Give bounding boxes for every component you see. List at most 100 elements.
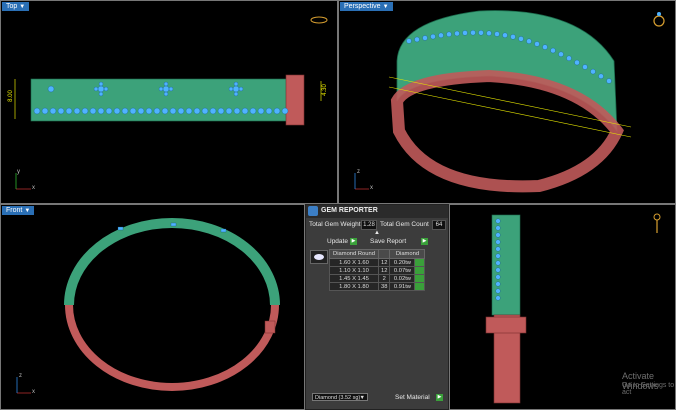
gem-stone [241, 107, 249, 115]
row-select-button[interactable] [414, 266, 426, 275]
gem-stone [225, 107, 233, 115]
chevron-down-icon: ▼ [359, 395, 365, 401]
update-label: Update [327, 238, 348, 245]
front-viewport[interactable]: Front ▼ z x [0, 204, 305, 410]
gem-stone [281, 107, 289, 115]
save-report-button[interactable]: ▶ [421, 238, 428, 245]
gem-stone [510, 34, 516, 40]
gem-stone [57, 107, 65, 115]
gem-stone [273, 107, 281, 115]
set-material-button[interactable]: ▶ [436, 394, 443, 401]
activate-windows-subtitle: Go to Settings to act [622, 382, 675, 396]
gem-stone [105, 107, 113, 115]
gem-count: 2 [377, 274, 391, 283]
axis-label-x: x [370, 185, 373, 191]
gem-stone [137, 107, 145, 115]
total-weight-label: Total Gem Weight [309, 221, 361, 228]
gem-stone [209, 107, 217, 115]
total-count-label: Total Gem Count [380, 221, 429, 228]
gem-stone [495, 218, 501, 224]
gem-stone [454, 30, 460, 37]
gem-stone [446, 31, 452, 37]
row-select-button[interactable] [414, 258, 426, 267]
gem-stone [438, 32, 444, 39]
gem-stone [518, 36, 524, 42]
gem-size: 1.45 X 1.45 [329, 274, 379, 283]
gem-size: 1.10 X 1.10 [329, 266, 379, 275]
gem-stone [495, 281, 501, 287]
gem-stone [121, 107, 129, 115]
gem-stone [462, 30, 468, 36]
gem-stone [558, 51, 564, 57]
gem-count: 38 [377, 282, 391, 291]
gem-weight: 0.07tw [389, 266, 416, 275]
material-select[interactable]: Diamond (3.52 sg) ▼ [312, 393, 368, 401]
row-select-button[interactable] [414, 282, 426, 291]
total-count-value: 64 [432, 220, 446, 230]
axis-label-y: y [17, 169, 20, 175]
gem-stone [41, 107, 49, 115]
gem-stone [265, 107, 273, 115]
arrow-up-icon: ▲ [374, 230, 380, 236]
gem-stone [495, 239, 501, 245]
action-row: Update ▶ Save Report ▶ [306, 237, 448, 248]
gem-stone [422, 35, 428, 41]
perspective-viewport[interactable]: Perspective ▼ z x [338, 0, 676, 204]
top-viewport[interactable]: Top ▼ 8.00 4.30 y x [0, 0, 338, 204]
gem-stone [542, 44, 548, 50]
column-header: Diamond Round [329, 249, 379, 259]
gem-stone [495, 295, 501, 301]
gem-stone [582, 64, 588, 70]
axis-label-x: x [32, 389, 35, 395]
table-row: 1.10 X 1.10 12 0.07tw [329, 266, 426, 275]
gem-weight: 0.91tw [389, 282, 416, 291]
gem-weight: 0.02tw [389, 274, 416, 283]
gem-thumbnail-icon [310, 250, 328, 264]
gem-stone [249, 107, 257, 115]
update-button[interactable]: ▶ [350, 238, 357, 245]
gem-stone [495, 267, 501, 273]
gem-stone [495, 232, 501, 238]
gem-stone [574, 59, 580, 66]
perspective-view-drawing [354, 10, 665, 193]
column-header: Diamond [389, 249, 426, 259]
total-weight-value: 1.28 [361, 220, 377, 230]
gem-reporter-logo-icon [308, 206, 318, 216]
row-select-button[interactable] [414, 274, 426, 283]
gem-reporter-title: GEM REPORTER [321, 207, 378, 214]
gem-stone [470, 30, 476, 36]
gem-stone [145, 107, 153, 115]
column-header [377, 249, 391, 259]
gem-stone [113, 107, 121, 115]
gem-table-header: Diamond Round Diamond [329, 249, 426, 259]
gem-stone [430, 33, 436, 40]
gem-stone [598, 73, 604, 79]
gem-stone [49, 107, 57, 115]
gem-stone [201, 107, 209, 115]
gem-stone [153, 107, 161, 115]
gem-stone [257, 107, 265, 115]
gem-stone [590, 68, 596, 75]
gem-stone [81, 107, 89, 115]
gem-stone [185, 107, 193, 115]
gem-stone [161, 107, 169, 115]
axis-label-z: z [357, 169, 360, 175]
gem-stone [89, 107, 97, 115]
gem-size: 1.60 X 1.60 [329, 258, 379, 267]
gem-stone [217, 107, 225, 115]
gem-stone [550, 47, 556, 54]
gem-stone [73, 107, 81, 115]
gem-table: Diamond Round Diamond 1.60 X 1.60 12 0.2… [329, 249, 426, 291]
gem-stone [495, 253, 501, 259]
gem-stone [495, 246, 501, 252]
gem-stone [97, 107, 105, 115]
material-select-value: Diamond (3.52 sg) [315, 395, 361, 401]
gem-count: 12 [377, 266, 391, 275]
gem-stone [495, 260, 501, 266]
gem-stone [406, 38, 412, 44]
right-viewport[interactable]: Activate Windows Go to Settings to act [449, 204, 676, 410]
gem-size: 1.80 X 1.80 [329, 282, 379, 291]
gem-count: 12 [377, 258, 391, 267]
gem-stone [486, 30, 492, 36]
gem-stone [606, 78, 612, 84]
